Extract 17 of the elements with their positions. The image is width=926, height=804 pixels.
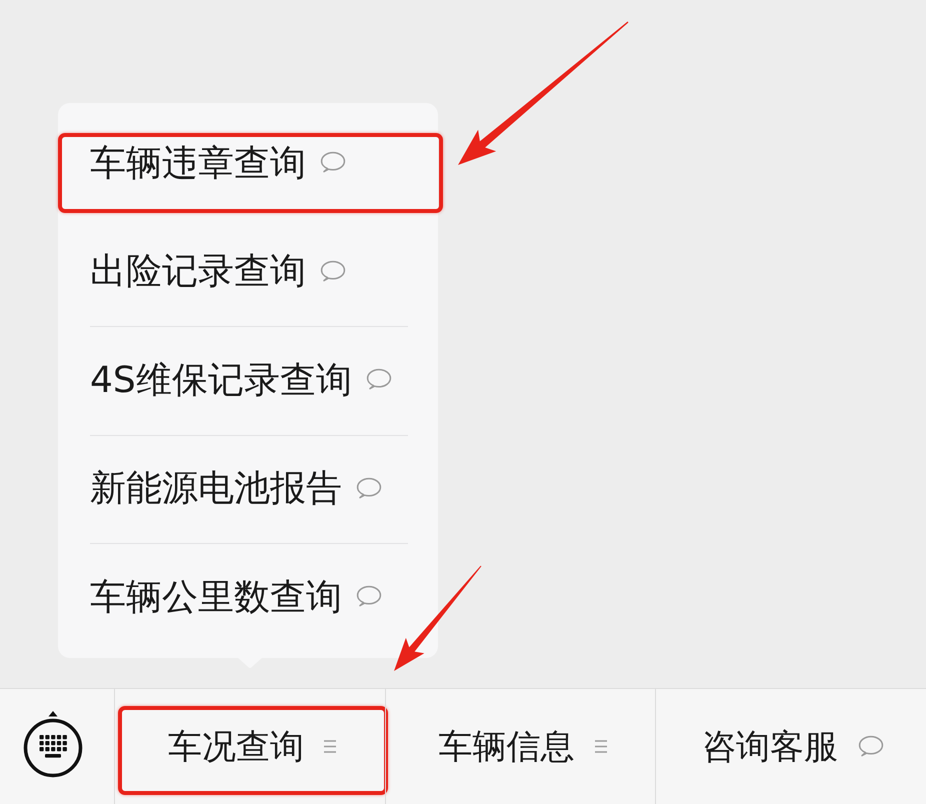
chat-bubble-icon [320, 151, 346, 174]
menu-item[interactable]: 车辆公里数查询 [58, 543, 438, 652]
menu-item[interactable]: 4S维保记录查询 [58, 326, 438, 434]
menu-tab[interactable]: 车况查询 [114, 689, 385, 804]
chat-bubble-icon [366, 368, 392, 390]
chat-bubble-icon [356, 585, 382, 608]
menu-item[interactable]: 车辆违章查询 [58, 109, 438, 218]
menu-icon [324, 740, 336, 753]
chat-bubble-icon [320, 260, 346, 282]
keyboard-icon[interactable] [23, 710, 83, 778]
menu-tab[interactable]: 车辆信息 [384, 689, 656, 804]
menu-tab[interactable]: 咨询客服 [655, 689, 926, 804]
menu-icon [594, 740, 606, 753]
chat-bubble-icon [858, 734, 884, 756]
menu-item[interactable]: 新能源电池报告 [58, 434, 438, 543]
chat-bubble-icon [356, 476, 382, 499]
menu-item[interactable]: 出险记录查询 [58, 218, 438, 326]
